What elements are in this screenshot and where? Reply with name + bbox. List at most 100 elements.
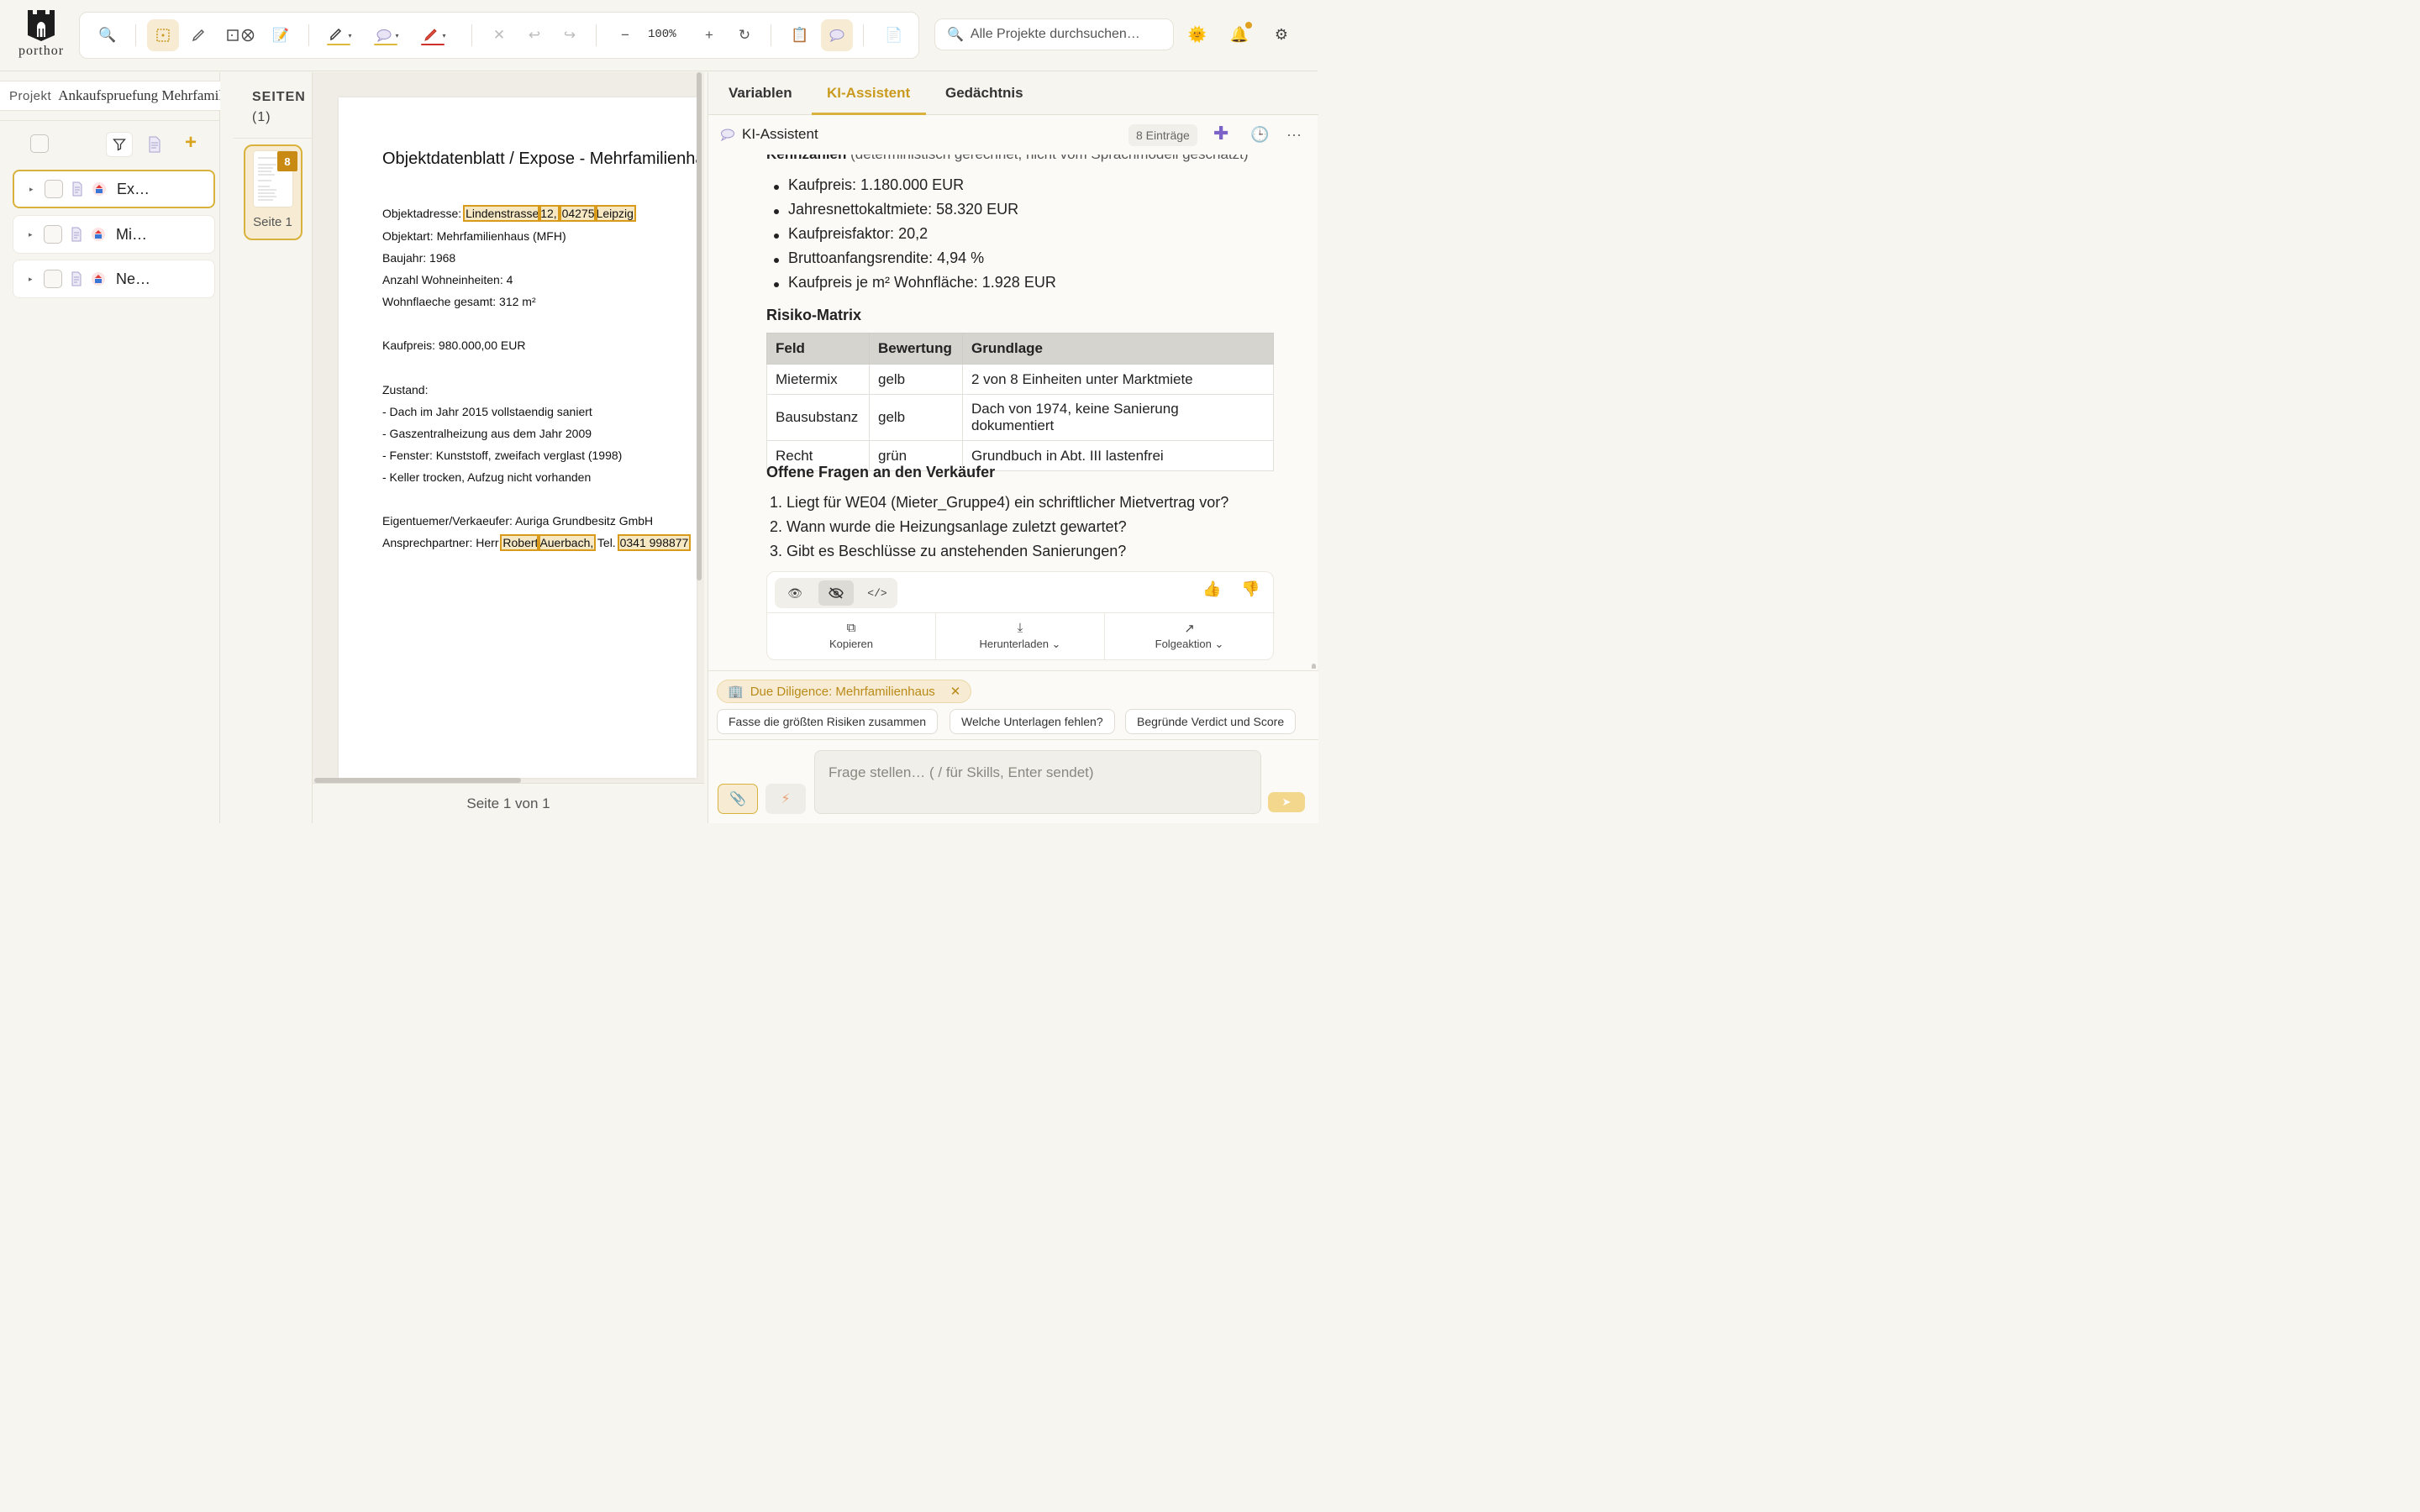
search-input[interactable] [970, 27, 1172, 42]
doc-line: Wohnflaeche gesamt: 312 m² [382, 295, 536, 308]
doc-line: - Keller trocken, Aufzug nicht vorhanden [382, 470, 592, 484]
highlight-phone[interactable]: 0341 998877 [617, 534, 692, 551]
edit-document-button[interactable]: 📝 [265, 19, 297, 51]
highlight-house-number[interactable]: 12, [538, 205, 560, 222]
clipboard-button[interactable]: 📋 [784, 19, 816, 51]
chevron-down-icon: ▾ [442, 31, 446, 39]
filter-icon [113, 139, 126, 151]
highlight-street[interactable]: Lindenstrasse [463, 205, 542, 222]
risk-matrix-heading: Risiko-Matrix [766, 307, 862, 323]
undo-button[interactable]: ↩ [518, 19, 550, 51]
app-logo[interactable]: porthor [12, 8, 71, 64]
suggestion-chip[interactable]: Fasse die größten Risiken zusammen [717, 709, 938, 734]
add-document-button[interactable]: + [185, 131, 197, 155]
followup-button[interactable]: ↗ Folgeaktion ⌄ [1105, 613, 1274, 660]
show-source-button[interactable]: </> [860, 580, 895, 606]
thumbs-up-button[interactable]: 👍 [1202, 580, 1221, 598]
zoom-out-button[interactable]: − [609, 19, 641, 51]
redact-button[interactable] [223, 19, 260, 51]
notifications-button[interactable]: 🔔 [1228, 22, 1252, 45]
tab-gedaechtnis[interactable]: Gedächtnis [945, 85, 1023, 102]
suggestion-chip[interactable]: Welche Unterlagen fehlen? [950, 709, 1115, 734]
hide-redactions-button[interactable] [818, 580, 854, 606]
send-button[interactable]: ➤ [1268, 792, 1305, 812]
tab-ki-assistent[interactable]: KI-Assistent [827, 85, 910, 102]
new-chat-button[interactable]: ✚ [1213, 123, 1228, 144]
history-button[interactable]: 🕒 [1250, 126, 1269, 144]
close-icon[interactable]: ✕ [950, 684, 961, 699]
pen-icon [192, 29, 204, 42]
redo-button[interactable]: ↪ [554, 19, 586, 51]
attach-button[interactable]: 📎 [718, 784, 758, 814]
documents-view-button[interactable] [148, 136, 161, 155]
filter-button[interactable] [106, 132, 133, 157]
settings-button[interactable]: ⚙ [1270, 24, 1292, 45]
thumbs-down-button[interactable]: 👎 [1241, 580, 1260, 598]
document-item[interactable]: ▸ Mi… [13, 215, 215, 254]
question-input[interactable] [814, 750, 1261, 814]
document-checkbox[interactable] [44, 225, 62, 244]
highlight-last-name[interactable]: Auerbach, [537, 534, 597, 551]
expand-arrow-icon[interactable]: ▸ [29, 230, 35, 239]
table-row: Bausubstanz gelb Dach von 1974, keine Sa… [766, 394, 1274, 441]
page-view-button[interactable]: 📄 [878, 19, 910, 51]
clock-icon: 🕒 [1250, 126, 1270, 143]
chat-area[interactable]: Kennzahlen (deterministisch gerechnet, n… [708, 155, 1318, 669]
checkbox[interactable] [30, 134, 49, 153]
suggestion-chip[interactable]: Begründe Verdict und Score [1125, 709, 1297, 734]
document-page[interactable]: Objektdatenblatt / Expose - Mehrfamilien… [339, 97, 697, 778]
skills-button[interactable]: ⚡ [765, 784, 806, 814]
document-checkbox[interactable] [45, 180, 63, 198]
more-options-button[interactable]: ··· [1286, 126, 1302, 144]
clipboard-icon: 📋 [791, 27, 809, 43]
doc-line: Baujahr: 1968 [382, 251, 456, 265]
status-icon [92, 272, 105, 286]
document-item[interactable]: ▸ Ex… [13, 170, 215, 208]
document-checkbox[interactable] [44, 270, 62, 288]
highlighter-button[interactable]: ▾ [320, 19, 360, 51]
download-button[interactable]: ⤓ Herunterladen ⌄ [936, 613, 1105, 660]
rotate-button[interactable]: ↻ [729, 19, 760, 51]
plus-icon: + [705, 27, 713, 43]
doc-line: - Gaszentralheizung aus dem Jahr 2009 [382, 427, 592, 440]
expand-arrow-icon[interactable]: ▸ [29, 185, 36, 194]
highlight-zip[interactable]: 04275 [559, 205, 597, 222]
doc-line: - Dach im Jahr 2015 vollstaendig saniert [382, 405, 592, 418]
project-selector[interactable]: Projekt Ankaufspruefung Mehrfamilienhaus [0, 81, 220, 111]
zoom-in-button[interactable]: + [693, 19, 725, 51]
address-label: Objektadresse: [382, 207, 462, 220]
global-search[interactable]: 🔍 [934, 18, 1174, 50]
draw-button[interactable] [182, 19, 214, 51]
show-redactions-button[interactable]: 👁 [777, 580, 813, 606]
highlight-first-name[interactable]: Robert [500, 534, 541, 551]
copy-button[interactable]: ⧉ Kopieren [767, 613, 936, 660]
delete-button[interactable]: ✕ [483, 19, 515, 51]
pen-color-button[interactable]: ▾ [414, 19, 455, 51]
document-viewer[interactable]: Objektdatenblatt / Expose - Mehrfamilien… [313, 72, 704, 823]
chat-scrollbar[interactable] [1312, 664, 1316, 669]
document-icon [72, 181, 82, 197]
active-tab-indicator [812, 113, 926, 115]
page-thumbnail[interactable]: 8 Seite 1 [244, 144, 302, 240]
highlight-city[interactable]: Leipzig [593, 205, 636, 222]
comment-color-button[interactable]: ▾ [367, 19, 408, 51]
pages-count: (1) [252, 110, 271, 124]
active-skill-chip[interactable]: 🏢 Due Diligence: Mehrfamilienhaus ✕ [717, 680, 972, 703]
tab-variablen[interactable]: Variablen [729, 85, 792, 102]
select-area-button[interactable] [147, 19, 179, 51]
theme-toggle-button[interactable]: 🌞 [1186, 24, 1208, 45]
select-all-checkbox[interactable] [30, 134, 49, 153]
download-icon: ⤓ [1017, 621, 1023, 635]
doc-line: - Fenster: Kunststoff, zweifach verglast… [382, 449, 623, 462]
table-cell: Dach von 1974, keine Sanierung dokumenti… [962, 394, 1274, 441]
comments-button[interactable] [821, 19, 853, 51]
kennzahlen-title: Kennzahlen [766, 155, 846, 162]
column-header: Grundlage [962, 333, 1274, 365]
chevron-down-icon: ▾ [395, 31, 399, 39]
search-document-button[interactable]: 🔍 [92, 19, 124, 51]
vertical-scrollbar[interactable] [697, 72, 702, 580]
expand-arrow-icon[interactable]: ▸ [29, 275, 35, 284]
red-pen-icon [424, 29, 438, 41]
risk-matrix-table: Feld Bewertung Grundlage Mietermix gelb … [766, 333, 1274, 471]
document-item[interactable]: ▸ Ne… [13, 260, 215, 298]
